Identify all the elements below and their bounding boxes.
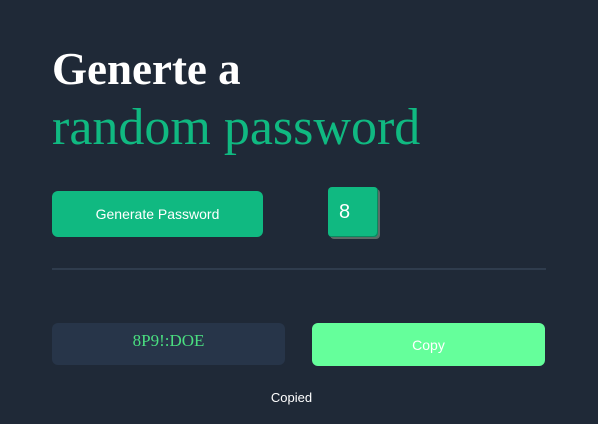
divider <box>52 268 546 270</box>
password-length-input[interactable] <box>328 187 378 237</box>
title-line-1: Generte a <box>52 44 241 94</box>
copy-button[interactable]: Copy <box>312 323 545 366</box>
generated-password-display: 8P9!:DOE <box>52 323 285 365</box>
generate-password-button[interactable]: Generate Password <box>52 191 263 237</box>
copy-status-text: Copied <box>270 390 313 405</box>
title-line-2: random password <box>52 99 421 156</box>
